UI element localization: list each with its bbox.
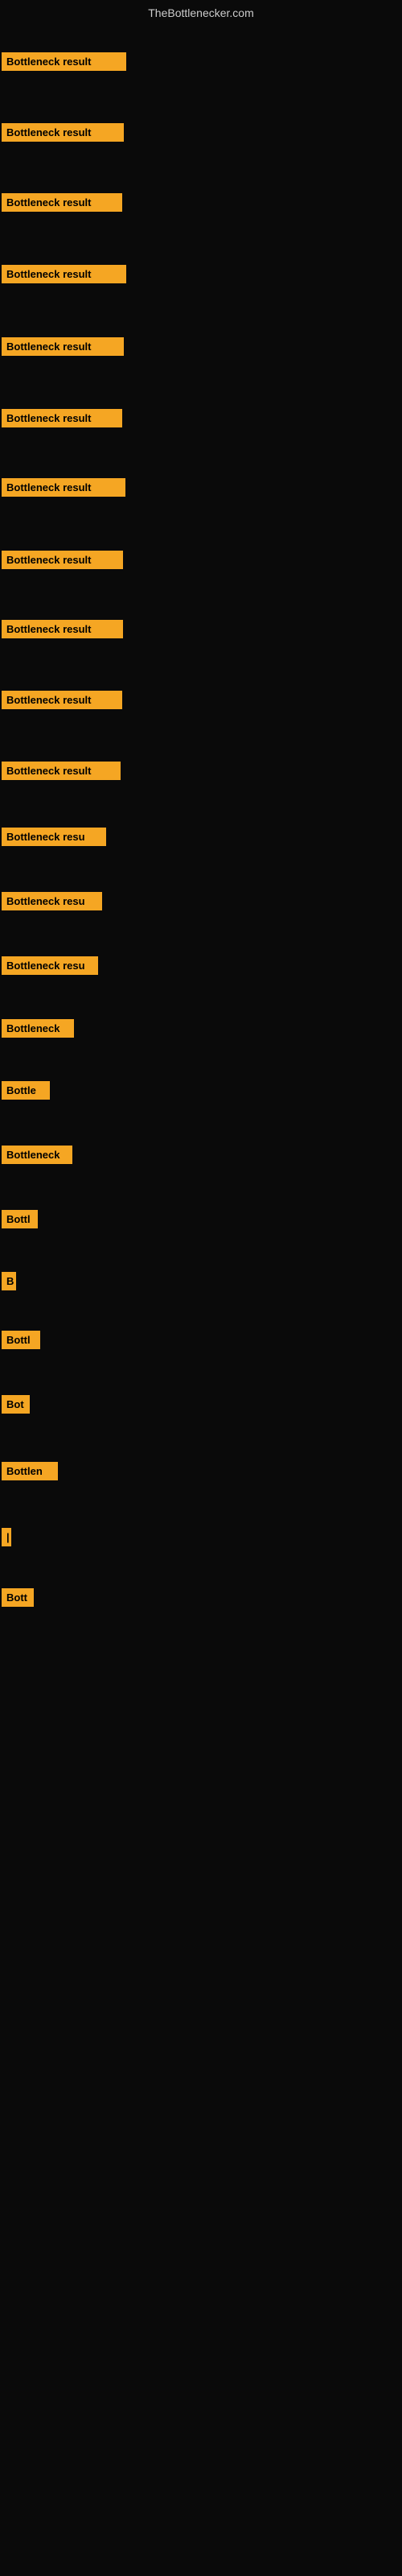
bottleneck-bar-row: Bott — [0, 1588, 402, 1611]
bottleneck-bar-row: B — [0, 1272, 402, 1294]
bottleneck-bar: Bottleneck result — [2, 123, 124, 142]
bottleneck-bar-row: Bottl — [0, 1331, 402, 1353]
bottleneck-bar: Bot — [2, 1395, 30, 1414]
bottleneck-bar-row: Bottleneck result — [0, 337, 402, 360]
site-title: TheBottlenecker.com — [0, 0, 402, 23]
bottleneck-bar-row: Bottleneck result — [0, 551, 402, 573]
bottleneck-bar-row: Bottleneck result — [0, 193, 402, 216]
bottleneck-bar-row: Bottl — [0, 1210, 402, 1232]
bottleneck-bar: Bottleneck result — [2, 409, 122, 427]
bottleneck-bar-row: Bottleneck result — [0, 265, 402, 287]
bottleneck-bar-row: Bottlen — [0, 1462, 402, 1484]
bottleneck-bar-row: Bottleneck result — [0, 123, 402, 146]
bottleneck-bar-row: Bottleneck result — [0, 620, 402, 642]
bottleneck-bar-row: Bottleneck result — [0, 691, 402, 713]
bottleneck-bar-row: | — [0, 1528, 402, 1550]
bottleneck-bar: Bottleneck resu — [2, 892, 102, 910]
bottleneck-bar-row: Bottleneck resu — [0, 892, 402, 914]
bottleneck-bar-row: Bottleneck result — [0, 409, 402, 431]
bottleneck-bar-row: Bottleneck — [0, 1146, 402, 1168]
bottleneck-bar: Bottleneck result — [2, 337, 124, 356]
bottleneck-bar: Bottl — [2, 1210, 38, 1228]
bottleneck-bar: Bottleneck result — [2, 691, 122, 709]
bottleneck-bar: Bottleneck — [2, 1146, 72, 1164]
bottleneck-bar-row: Bottleneck result — [0, 478, 402, 501]
bottleneck-bar: Bottl — [2, 1331, 40, 1349]
bottleneck-bar-row: Bottleneck — [0, 1019, 402, 1042]
bottleneck-bar-row: Bottleneck result — [0, 52, 402, 75]
bottleneck-bar: Bottleneck result — [2, 551, 123, 569]
bottleneck-bar: Bottleneck result — [2, 478, 125, 497]
bottleneck-bar: Bottleneck result — [2, 620, 123, 638]
bottleneck-bar: Bott — [2, 1588, 34, 1607]
bottleneck-bar: Bottleneck resu — [2, 956, 98, 975]
bottleneck-bar-row: Bottle — [0, 1081, 402, 1104]
bottleneck-bar: Bottleneck result — [2, 265, 126, 283]
bottleneck-bar-row: Bottleneck resu — [0, 828, 402, 850]
bottleneck-bar: Bottleneck — [2, 1019, 74, 1038]
bottleneck-bar: | — [2, 1528, 11, 1546]
bottleneck-bar-row: Bot — [0, 1395, 402, 1418]
bottleneck-bar: Bottlen — [2, 1462, 58, 1480]
bottleneck-bar-row: Bottleneck resu — [0, 956, 402, 979]
bottleneck-bar: Bottle — [2, 1081, 50, 1100]
bottleneck-bar: B — [2, 1272, 16, 1290]
bottleneck-bar: Bottleneck result — [2, 762, 121, 780]
bottleneck-bar: Bottleneck result — [2, 193, 122, 212]
bottleneck-bar-row: Bottleneck result — [0, 762, 402, 784]
bottleneck-bar: Bottleneck resu — [2, 828, 106, 846]
bottleneck-bar: Bottleneck result — [2, 52, 126, 71]
